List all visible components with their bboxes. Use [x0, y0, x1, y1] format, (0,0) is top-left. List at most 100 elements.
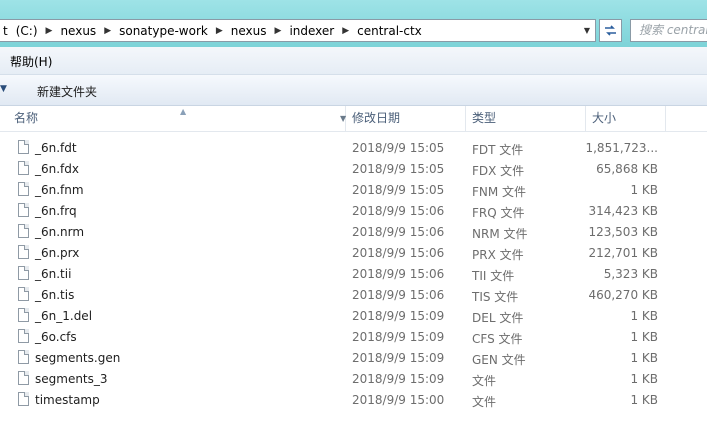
column-header-type-label: 类型: [472, 111, 497, 125]
file-icon: [18, 392, 29, 406]
file-size: 123,503 KB: [588, 225, 658, 239]
file-date: 2018/9/9 15:00: [352, 393, 445, 407]
menu-help[interactable]: 帮助(H): [10, 53, 52, 70]
chevron-right-icon[interactable]: ▶: [42, 26, 57, 36]
file-name: _6n.nrm: [35, 225, 85, 239]
file-size: 5,323 KB: [603, 267, 658, 281]
file-date: 2018/9/9 15:05: [352, 183, 445, 197]
column-header-size[interactable]: 大小: [586, 106, 666, 131]
file-row[interactable]: _6n.fdt 2018/9/9 15:05 FDT 文件 1,851,723...: [0, 137, 707, 158]
file-date: 2018/9/9 15:05: [352, 162, 445, 176]
new-folder-button[interactable]: 新建文件夹: [37, 83, 97, 100]
file-type: FDT 文件: [472, 143, 524, 157]
file-icon: [18, 224, 29, 238]
file-type: TIS 文件: [472, 290, 519, 304]
file-type: DEL 文件: [472, 311, 524, 325]
column-header-date[interactable]: 修改日期: [346, 106, 466, 131]
file-size: 65,868 KB: [596, 162, 658, 176]
address-dropdown-icon[interactable]: ▼: [579, 20, 595, 41]
toolbar: ▼ 新建文件夹: [0, 75, 707, 106]
breadcrumb-indexer[interactable]: indexer: [285, 24, 338, 38]
menu-bar: 帮助(H): [0, 47, 707, 75]
file-row[interactable]: _6n.tii 2018/9/9 15:06 TII 文件 5,323 KB: [0, 263, 707, 284]
file-name: _6n.fnm: [35, 183, 84, 197]
file-type: FDX 文件: [472, 164, 525, 178]
file-row[interactable]: _6n.nrm 2018/9/9 15:06 NRM 文件 123,503 KB: [0, 221, 707, 242]
column-header-name[interactable]: 名称 ▲ ▼: [8, 106, 346, 131]
file-row[interactable]: _6n.fnm 2018/9/9 15:05 FNM 文件 1 KB: [0, 179, 707, 200]
file-date: 2018/9/9 15:09: [352, 309, 445, 323]
file-icon: [18, 182, 29, 196]
address-box[interactable]: t (C:) ▶ nexus ▶ sonatype-work ▶ nexus ▶…: [0, 19, 596, 42]
file-date: 2018/9/9 15:06: [352, 204, 445, 218]
file-row[interactable]: _6o.cfs 2018/9/9 15:09 CFS 文件 1 KB: [0, 326, 707, 347]
file-type: CFS 文件: [472, 332, 523, 346]
file-size: 1 KB: [630, 393, 658, 407]
address-prefix-fragment: t: [3, 23, 8, 38]
file-list: _6n.fdt 2018/9/9 15:05 FDT 文件 1,851,723... …: [0, 137, 707, 410]
refresh-button[interactable]: [599, 19, 622, 42]
file-type: TII 文件: [472, 269, 515, 283]
file-type: FNM 文件: [472, 185, 527, 199]
chevron-right-icon[interactable]: ▶: [212, 26, 227, 36]
file-size: 1 KB: [630, 183, 658, 197]
file-row[interactable]: segments.gen 2018/9/9 15:09 GEN 文件 1 KB: [0, 347, 707, 368]
file-type: 文件: [472, 374, 497, 388]
breadcrumb-drive[interactable]: (C:): [12, 24, 42, 38]
file-row[interactable]: _6n.frq 2018/9/9 15:06 FRQ 文件 314,423 KB: [0, 200, 707, 221]
file-row[interactable]: timestamp 2018/9/9 15:00 文件 1 KB: [0, 389, 707, 410]
file-icon: [18, 203, 29, 217]
file-name: _6n.fdt: [35, 141, 77, 155]
column-header-type[interactable]: 类型: [466, 106, 586, 131]
file-name: segments_3: [35, 372, 108, 386]
refresh-icon: [605, 25, 616, 36]
file-date: 2018/9/9 15:06: [352, 246, 445, 260]
column-header-date-label: 修改日期: [352, 111, 401, 125]
file-size: 1 KB: [630, 372, 658, 386]
file-size: 314,423 KB: [588, 204, 658, 218]
file-icon: [18, 308, 29, 322]
file-row[interactable]: _6n.prx 2018/9/9 15:06 PRX 文件 212,701 KB: [0, 242, 707, 263]
breadcrumb-sonatype-work[interactable]: sonatype-work: [115, 24, 212, 38]
file-size: 1,851,723...: [585, 141, 658, 155]
file-date: 2018/9/9 15:09: [352, 351, 445, 365]
file-icon: [18, 161, 29, 175]
file-row[interactable]: _6n.tis 2018/9/9 15:06 TIS 文件 460,270 KB: [0, 284, 707, 305]
file-size: 1 KB: [630, 351, 658, 365]
file-type: NRM 文件: [472, 227, 528, 241]
file-type: GEN 文件: [472, 353, 526, 367]
column-header-name-label: 名称: [14, 111, 39, 125]
chevron-right-icon[interactable]: ▶: [338, 26, 353, 36]
file-row[interactable]: segments_3 2018/9/9 15:09 文件 1 KB: [0, 368, 707, 389]
file-name: _6n.fdx: [35, 162, 79, 176]
file-name: segments.gen: [35, 351, 121, 365]
file-date: 2018/9/9 15:05: [352, 141, 445, 155]
file-icon: [18, 140, 29, 154]
breadcrumb-nexus-2[interactable]: nexus: [227, 24, 271, 38]
file-name: _6n.tii: [35, 267, 72, 281]
file-icon: [18, 329, 29, 343]
address-bar-area: t (C:) ▶ nexus ▶ sonatype-work ▶ nexus ▶…: [0, 0, 707, 47]
search-input[interactable]: 搜索 central-ctx: [630, 19, 707, 42]
file-name: _6n.prx: [35, 246, 80, 260]
breadcrumb-nexus[interactable]: nexus: [56, 24, 100, 38]
file-type: 文件: [472, 395, 497, 409]
file-name: timestamp: [35, 393, 100, 407]
file-name: _6n_1.del: [35, 309, 93, 323]
organize-dropdown-icon[interactable]: ▼: [0, 84, 7, 94]
file-row[interactable]: _6n.fdx 2018/9/9 15:05 FDX 文件 65,868 KB: [0, 158, 707, 179]
file-size: 460,270 KB: [588, 288, 658, 302]
file-date: 2018/9/9 15:06: [352, 267, 445, 281]
chevron-right-icon[interactable]: ▶: [100, 26, 115, 36]
file-date: 2018/9/9 15:06: [352, 225, 445, 239]
column-header-row: 名称 ▲ ▼ 修改日期 类型 大小: [0, 106, 707, 132]
file-size: 1 KB: [630, 330, 658, 344]
file-name: _6n.frq: [35, 204, 77, 218]
breadcrumb-central-ctx[interactable]: central-ctx: [353, 24, 426, 38]
file-date: 2018/9/9 15:09: [352, 330, 445, 344]
file-size: 1 KB: [630, 309, 658, 323]
file-icon: [18, 350, 29, 364]
chevron-right-icon[interactable]: ▶: [271, 26, 286, 36]
file-name: _6o.cfs: [35, 330, 77, 344]
file-row[interactable]: _6n_1.del 2018/9/9 15:09 DEL 文件 1 KB: [0, 305, 707, 326]
